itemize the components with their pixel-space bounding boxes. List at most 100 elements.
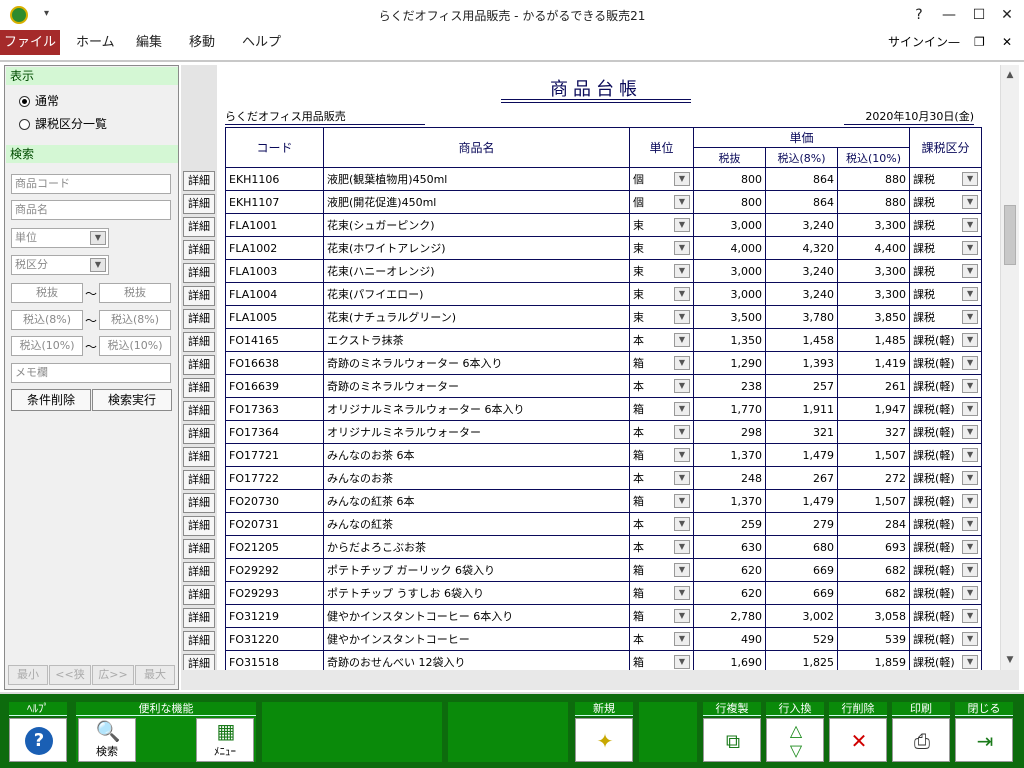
cell-price-excl[interactable]: 800 <box>693 167 766 191</box>
cell-price-excl[interactable]: 1,370 <box>693 443 766 467</box>
chevron-down-icon[interactable]: ▼ <box>962 287 979 301</box>
cell-unit[interactable]: 本 ▼ <box>629 512 694 536</box>
chevron-down-icon[interactable]: ▼ <box>674 172 690 186</box>
chevron-down-icon[interactable]: ▼ <box>674 425 690 439</box>
cell-code[interactable]: FO17364 <box>225 420 324 444</box>
cell-code[interactable]: EKH1106 <box>225 167 324 191</box>
chevron-down-icon[interactable]: ▼ <box>962 172 979 186</box>
zoom-max-button[interactable]: 最大 <box>135 665 175 685</box>
cell-price-excl[interactable]: 4,000 <box>693 236 766 260</box>
detail-button[interactable]: 詳細 <box>183 263 215 283</box>
clear-conditions-button[interactable]: 条件削除 <box>11 389 91 411</box>
detail-button[interactable]: 詳細 <box>183 355 215 375</box>
cell-tax-class[interactable]: 課税(軽) ▼ <box>909 535 983 559</box>
cell-name[interactable]: 液肥(観葉植物用)450ml <box>323 167 630 191</box>
tax-incl10-from-input[interactable]: 税込(10%) <box>11 336 83 356</box>
cell-price-excl[interactable]: 620 <box>693 581 766 605</box>
detail-button[interactable]: 詳細 <box>183 608 215 628</box>
cell-code[interactable]: EKH1107 <box>225 190 324 214</box>
close-window-button[interactable]: ✕ <box>996 4 1018 26</box>
tax-class-select[interactable]: 税区分 ▼ <box>11 255 109 275</box>
cell-code[interactable]: FO16639 <box>225 374 324 398</box>
cell-price-incl10[interactable]: 682 <box>836 581 911 605</box>
cell-tax-class[interactable]: 課税(軽) ▼ <box>909 627 983 651</box>
table-row[interactable]: FO17722 みんなのお茶本 ▼ 248 267 272 課税(軽) ▼ <box>225 466 983 490</box>
cell-code[interactable]: FLA1002 <box>225 236 324 260</box>
scroll-down-icon[interactable]: ▼ <box>1001 652 1019 668</box>
cell-code[interactable]: FO17722 <box>225 466 324 490</box>
table-row[interactable]: FLA1003 花束(ハニーオレンジ) 束 ▼ 3,000 3,240 3,300 課税 ▼ <box>225 259 983 283</box>
cell-tax-class[interactable]: 課税(軽) ▼ <box>909 489 983 513</box>
cell-price-incl10[interactable]: 682 <box>836 558 911 582</box>
chevron-down-icon[interactable]: ▼ <box>674 448 690 462</box>
cell-unit[interactable]: 本 ▼ <box>629 627 694 651</box>
cell-code[interactable]: FO31518 <box>225 650 324 670</box>
table-row[interactable]: FO14165 エクストラ抹茶本 ▼ 1,350 1,458 1,485 課税(軽) ▼ <box>225 328 983 352</box>
cell-unit[interactable]: 本 ▼ <box>629 420 694 444</box>
cell-price-excl[interactable]: 3,500 <box>693 305 766 329</box>
detail-button[interactable]: 詳細 <box>183 401 215 421</box>
cell-code[interactable]: FLA1003 <box>225 259 324 283</box>
chevron-down-icon[interactable]: ▼ <box>674 632 690 646</box>
cell-code[interactable]: FLA1001 <box>225 213 324 237</box>
cell-code[interactable]: FO20730 <box>225 489 324 513</box>
cell-unit[interactable]: 本 ▼ <box>629 535 694 559</box>
table-row[interactable]: FLA1002 花束(ホワイトアレンジ) 束 ▼ 4,000 4,320 4,400 課税 ▼ <box>225 236 983 260</box>
unit-select[interactable]: 単位 ▼ <box>11 228 109 248</box>
signin-link[interactable]: サインイン <box>888 30 948 55</box>
detail-button[interactable]: 詳細 <box>183 194 215 214</box>
cell-code[interactable]: FO16638 <box>225 351 324 375</box>
table-row[interactable]: FO21205 からだよろこぶお茶本 ▼ 630 680 693 課税(軽) ▼ <box>225 535 983 559</box>
cell-name[interactable]: ポテトチップ ガーリック 6袋入り <box>323 558 630 582</box>
chevron-down-icon[interactable]: ▼ <box>674 310 690 324</box>
cell-price-incl8[interactable]: 279 <box>765 512 838 536</box>
chevron-down-icon[interactable]: ▼ <box>962 379 979 393</box>
tax-incl8-to-input[interactable]: 税込(8%) <box>99 310 171 330</box>
detail-button[interactable]: 詳細 <box>183 493 215 513</box>
cell-price-incl10[interactable]: 1,419 <box>836 351 911 375</box>
cell-name[interactable]: 奇跡のミネラルウォーター 6本入り <box>323 351 630 375</box>
cell-price-excl[interactable]: 1,350 <box>693 328 766 352</box>
cell-price-incl10[interactable]: 1,507 <box>836 443 911 467</box>
cell-price-excl[interactable]: 490 <box>693 627 766 651</box>
cell-price-incl8[interactable]: 1,825 <box>765 650 838 670</box>
zoom-wide-button[interactable]: 広>> <box>92 665 134 685</box>
cell-name[interactable]: 花束(ハニーオレンジ) <box>323 259 630 283</box>
cell-code[interactable]: FLA1004 <box>225 282 324 306</box>
search-button[interactable]: 🔍 検索 <box>78 718 136 762</box>
cell-code[interactable]: FO29292 <box>225 558 324 582</box>
cell-tax-class[interactable]: 課税 ▼ <box>909 305 983 329</box>
radio-tax-list[interactable]: 課税区分一覧 <box>19 116 107 132</box>
cell-tax-class[interactable]: 課税(軽) ▼ <box>909 443 983 467</box>
cell-code[interactable]: FO17721 <box>225 443 324 467</box>
cell-price-incl8[interactable]: 669 <box>765 558 838 582</box>
table-row[interactable]: EKH1107 液肥(開花促進)450ml 個 ▼ 800 864 880 課税 ▼ <box>225 190 983 214</box>
chevron-down-icon[interactable]: ▼ <box>962 471 979 485</box>
chevron-down-icon[interactable]: ▼ <box>674 609 690 623</box>
table-row[interactable]: FO17721 みんなのお茶 6本箱 ▼ 1,370 1,479 1,507 課税(軽) ▼ <box>225 443 983 467</box>
chevron-down-icon[interactable]: ▼ <box>674 517 690 531</box>
ribbon-restore-button[interactable]: ❐ <box>974 32 985 52</box>
cell-price-incl10[interactable]: 327 <box>836 420 911 444</box>
chevron-down-icon[interactable]: ▼ <box>674 563 690 577</box>
chevron-down-icon[interactable]: ▼ <box>962 425 979 439</box>
chevron-down-icon[interactable]: ▼ <box>962 517 979 531</box>
cell-price-excl[interactable]: 1,370 <box>693 489 766 513</box>
cell-name[interactable]: オリジナルミネラルウォーター <box>323 420 630 444</box>
cell-price-incl8[interactable]: 3,240 <box>765 282 838 306</box>
cell-tax-class[interactable]: 課税(軽) ▼ <box>909 374 983 398</box>
cell-price-excl[interactable]: 2,780 <box>693 604 766 628</box>
chevron-down-icon[interactable]: ▼ <box>674 356 690 370</box>
cell-price-incl10[interactable]: 880 <box>836 167 911 191</box>
detail-button[interactable]: 詳細 <box>183 562 215 582</box>
cell-price-incl10[interactable]: 1,485 <box>836 328 911 352</box>
table-row[interactable]: FO17364 オリジナルミネラルウォーター本 ▼ 298 321 327 課税(軽) ▼ <box>225 420 983 444</box>
detail-button[interactable]: 詳細 <box>183 332 215 352</box>
cell-price-incl8[interactable]: 1,458 <box>765 328 838 352</box>
cell-price-incl8[interactable]: 1,911 <box>765 397 838 421</box>
chevron-down-icon[interactable]: ▼ <box>674 218 690 232</box>
cell-unit[interactable]: 箱 ▼ <box>629 351 694 375</box>
menu-file[interactable]: ファイル <box>0 30 60 55</box>
cell-price-incl8[interactable]: 3,780 <box>765 305 838 329</box>
cell-unit[interactable]: 箱 ▼ <box>629 604 694 628</box>
